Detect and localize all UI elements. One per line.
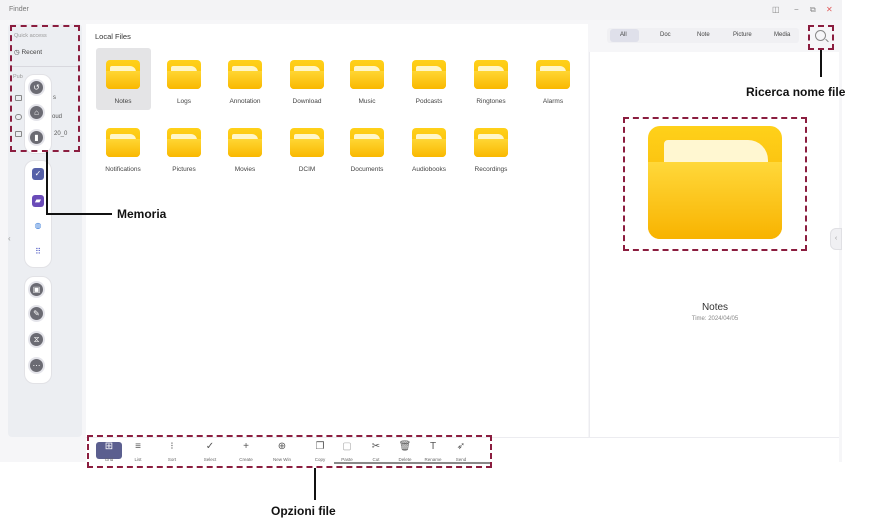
timer-icon[interactable]: ⧖ [28, 331, 45, 348]
folder-icon[interactable] [474, 60, 508, 89]
folder-icon[interactable] [412, 128, 446, 157]
file-options-callout-line [314, 468, 316, 500]
folder-label[interactable]: Alarms [520, 98, 586, 105]
folder-icon[interactable] [290, 128, 324, 157]
folder-icon[interactable] [106, 128, 140, 157]
folder-label[interactable]: Podcasts [396, 98, 462, 105]
file-options-callout: Opzioni file [271, 504, 336, 518]
preview-collapse-icon[interactable]: ‹ [830, 228, 842, 250]
folder-label[interactable]: Logs [151, 98, 217, 105]
folder-icon[interactable] [228, 60, 262, 89]
tab-media[interactable]: Media [774, 32, 790, 38]
whiteboard-icon[interactable]: ✓ [32, 168, 44, 180]
search-callout-line [820, 50, 822, 77]
folder-icon[interactable] [350, 128, 384, 157]
folder-icon[interactable] [167, 60, 201, 89]
tab-all[interactable]: All [620, 32, 627, 38]
restore-icon[interactable]: ⧉ [810, 6, 816, 14]
folder-label[interactable]: DCIM [274, 166, 340, 173]
folder-label[interactable]: Download [274, 98, 340, 105]
search-callout: Ricerca nome file [746, 85, 846, 99]
folder-label[interactable]: Annotation [212, 98, 278, 105]
stage: Finder ◫ − ⧉ ✕ Quick access ◷ Recent Pub… [0, 0, 878, 520]
folder-label[interactable]: Music [334, 98, 400, 105]
window-title: Finder [9, 6, 29, 13]
preview-name: Notes [701, 302, 729, 313]
memory-highlight-box [10, 25, 80, 152]
folder-icon[interactable] [350, 60, 384, 89]
preview-time: Time: 2024/04/05 [691, 316, 739, 322]
folder-label[interactable]: Movies [212, 166, 278, 173]
memory-callout-line [46, 152, 48, 215]
split-view-icon[interactable]: ◫ [772, 6, 780, 14]
close-icon[interactable]: ✕ [826, 6, 833, 14]
file-options-highlight-box [87, 435, 492, 468]
tab-doc[interactable]: Doc [660, 32, 671, 38]
file-content-area [86, 24, 588, 437]
screen-share-icon[interactable]: ▣ [28, 281, 45, 298]
tab-picture[interactable]: Picture [733, 32, 752, 38]
folder-label[interactable]: Audiobooks [396, 166, 462, 173]
folder-label[interactable]: Notes [90, 98, 156, 105]
folder-icon[interactable] [106, 60, 140, 89]
folder-icon[interactable] [474, 128, 508, 157]
folder-label[interactable]: Ringtones [458, 98, 524, 105]
minimize-icon[interactable]: − [794, 6, 799, 14]
folder-app-icon[interactable]: ▰ [32, 195, 44, 207]
tab-note[interactable]: Note [697, 32, 710, 38]
browser-icon[interactable]: ◍ [32, 220, 44, 232]
memory-callout-line [46, 213, 112, 215]
memory-callout: Memoria [117, 207, 167, 221]
folder-label[interactable]: Documents [334, 166, 400, 173]
folder-label[interactable]: Notifications [90, 166, 156, 173]
search-highlight-box [808, 25, 834, 50]
folder-icon[interactable] [412, 60, 446, 89]
folder-label[interactable]: Pictures [151, 166, 217, 173]
folder-icon[interactable] [536, 60, 570, 89]
sidebar-collapse-icon[interactable]: ‹ [8, 234, 11, 243]
preview-highlight-box [623, 117, 807, 251]
folder-icon[interactable] [167, 128, 201, 157]
folder-icon[interactable] [290, 60, 324, 89]
title-bar [0, 0, 842, 20]
page-title: Local Files [95, 32, 131, 41]
apps-grid-icon[interactable]: ⠿ [32, 246, 44, 258]
folder-icon[interactable] [228, 128, 262, 157]
folder-label[interactable]: Recordings [458, 166, 524, 173]
more-icon[interactable]: ⋯ [28, 357, 45, 374]
pen-icon[interactable]: ✎ [28, 305, 45, 322]
